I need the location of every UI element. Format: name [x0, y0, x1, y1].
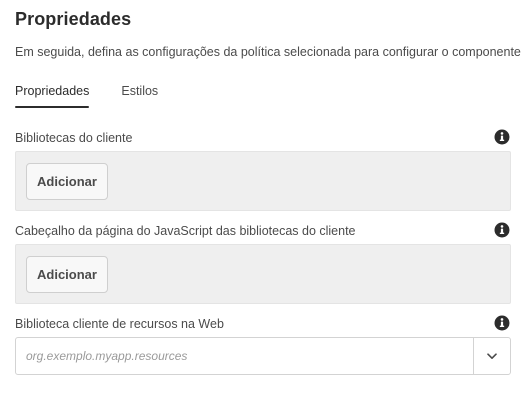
js-head-libraries-add-button[interactable]: Adicionar — [26, 256, 108, 293]
info-icon[interactable] — [494, 315, 510, 331]
tab-estilos[interactable]: Estilos — [121, 82, 158, 108]
web-resources-library-toggle[interactable] — [473, 338, 510, 374]
tab-list: Propriedades Estilos — [15, 82, 190, 110]
client-libraries-multifield: Adicionar — [15, 151, 511, 211]
web-resources-library-input[interactable] — [16, 338, 474, 374]
page-title: Propriedades — [15, 9, 132, 29]
client-libraries-label: Bibliotecas do cliente — [15, 131, 133, 145]
info-icon[interactable] — [494, 129, 510, 145]
tab-propriedades[interactable]: Propriedades — [15, 82, 90, 108]
info-icon[interactable] — [494, 222, 510, 238]
web-resources-library-label: Biblioteca cliente de recursos na Web — [15, 317, 224, 331]
js-head-libraries-label: Cabeçalho da página do JavaScript das bi… — [15, 224, 356, 238]
js-head-libraries-multifield: Adicionar — [15, 244, 511, 304]
web-resources-library-combobox — [15, 337, 511, 375]
page-description: Em seguida, defina as configurações da p… — [15, 45, 521, 59]
client-libraries-add-button[interactable]: Adicionar — [26, 163, 108, 200]
chevron-down-icon — [487, 352, 497, 359]
